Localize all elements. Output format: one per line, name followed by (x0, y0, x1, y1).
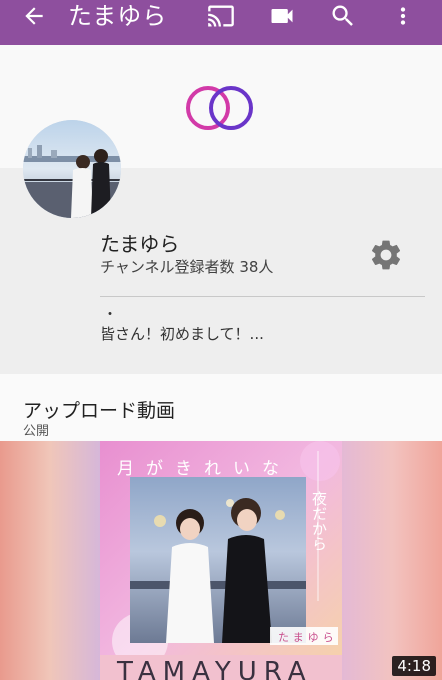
uploads-title[interactable]: アップロード動画 (23, 396, 175, 423)
uploads-visibility: 公開 (23, 424, 50, 439)
channel-avatar[interactable] (23, 120, 121, 218)
divider (100, 296, 425, 297)
cover-logo-text: たまゆら (278, 631, 338, 644)
app-bar-title: たまゆら (68, 2, 168, 30)
video-thumbnail[interactable]: 月がきれいな 夜だから たまゆら TAMAYURA 4:18 (0, 441, 442, 680)
video-duration-badge: 4:18 (392, 656, 436, 676)
gear-icon[interactable] (368, 237, 404, 273)
thumbnail-artwork: 月がきれいな 夜だから たまゆら TAMAYURA (0, 441, 442, 680)
cast-icon[interactable] (203, 0, 239, 32)
more-vert-icon[interactable] (390, 0, 416, 32)
cover-bottom-text: TAMAYURA (116, 657, 313, 680)
description-bullet: ・ (103, 307, 117, 323)
cover-vertical-text: 夜だから (310, 491, 328, 551)
back-arrow-icon[interactable] (18, 0, 50, 32)
channel-description[interactable]: 皆さん！初めまして！... (100, 323, 264, 344)
search-icon[interactable] (327, 0, 359, 32)
subscriber-count: チャンネル登録者数 38人 (100, 258, 274, 276)
cover-heading-text: 月がきれいな (117, 459, 291, 479)
channel-name: たまゆら (100, 232, 180, 256)
video-camera-icon[interactable] (266, 0, 298, 32)
app-bar: たまゆら (0, 0, 442, 45)
